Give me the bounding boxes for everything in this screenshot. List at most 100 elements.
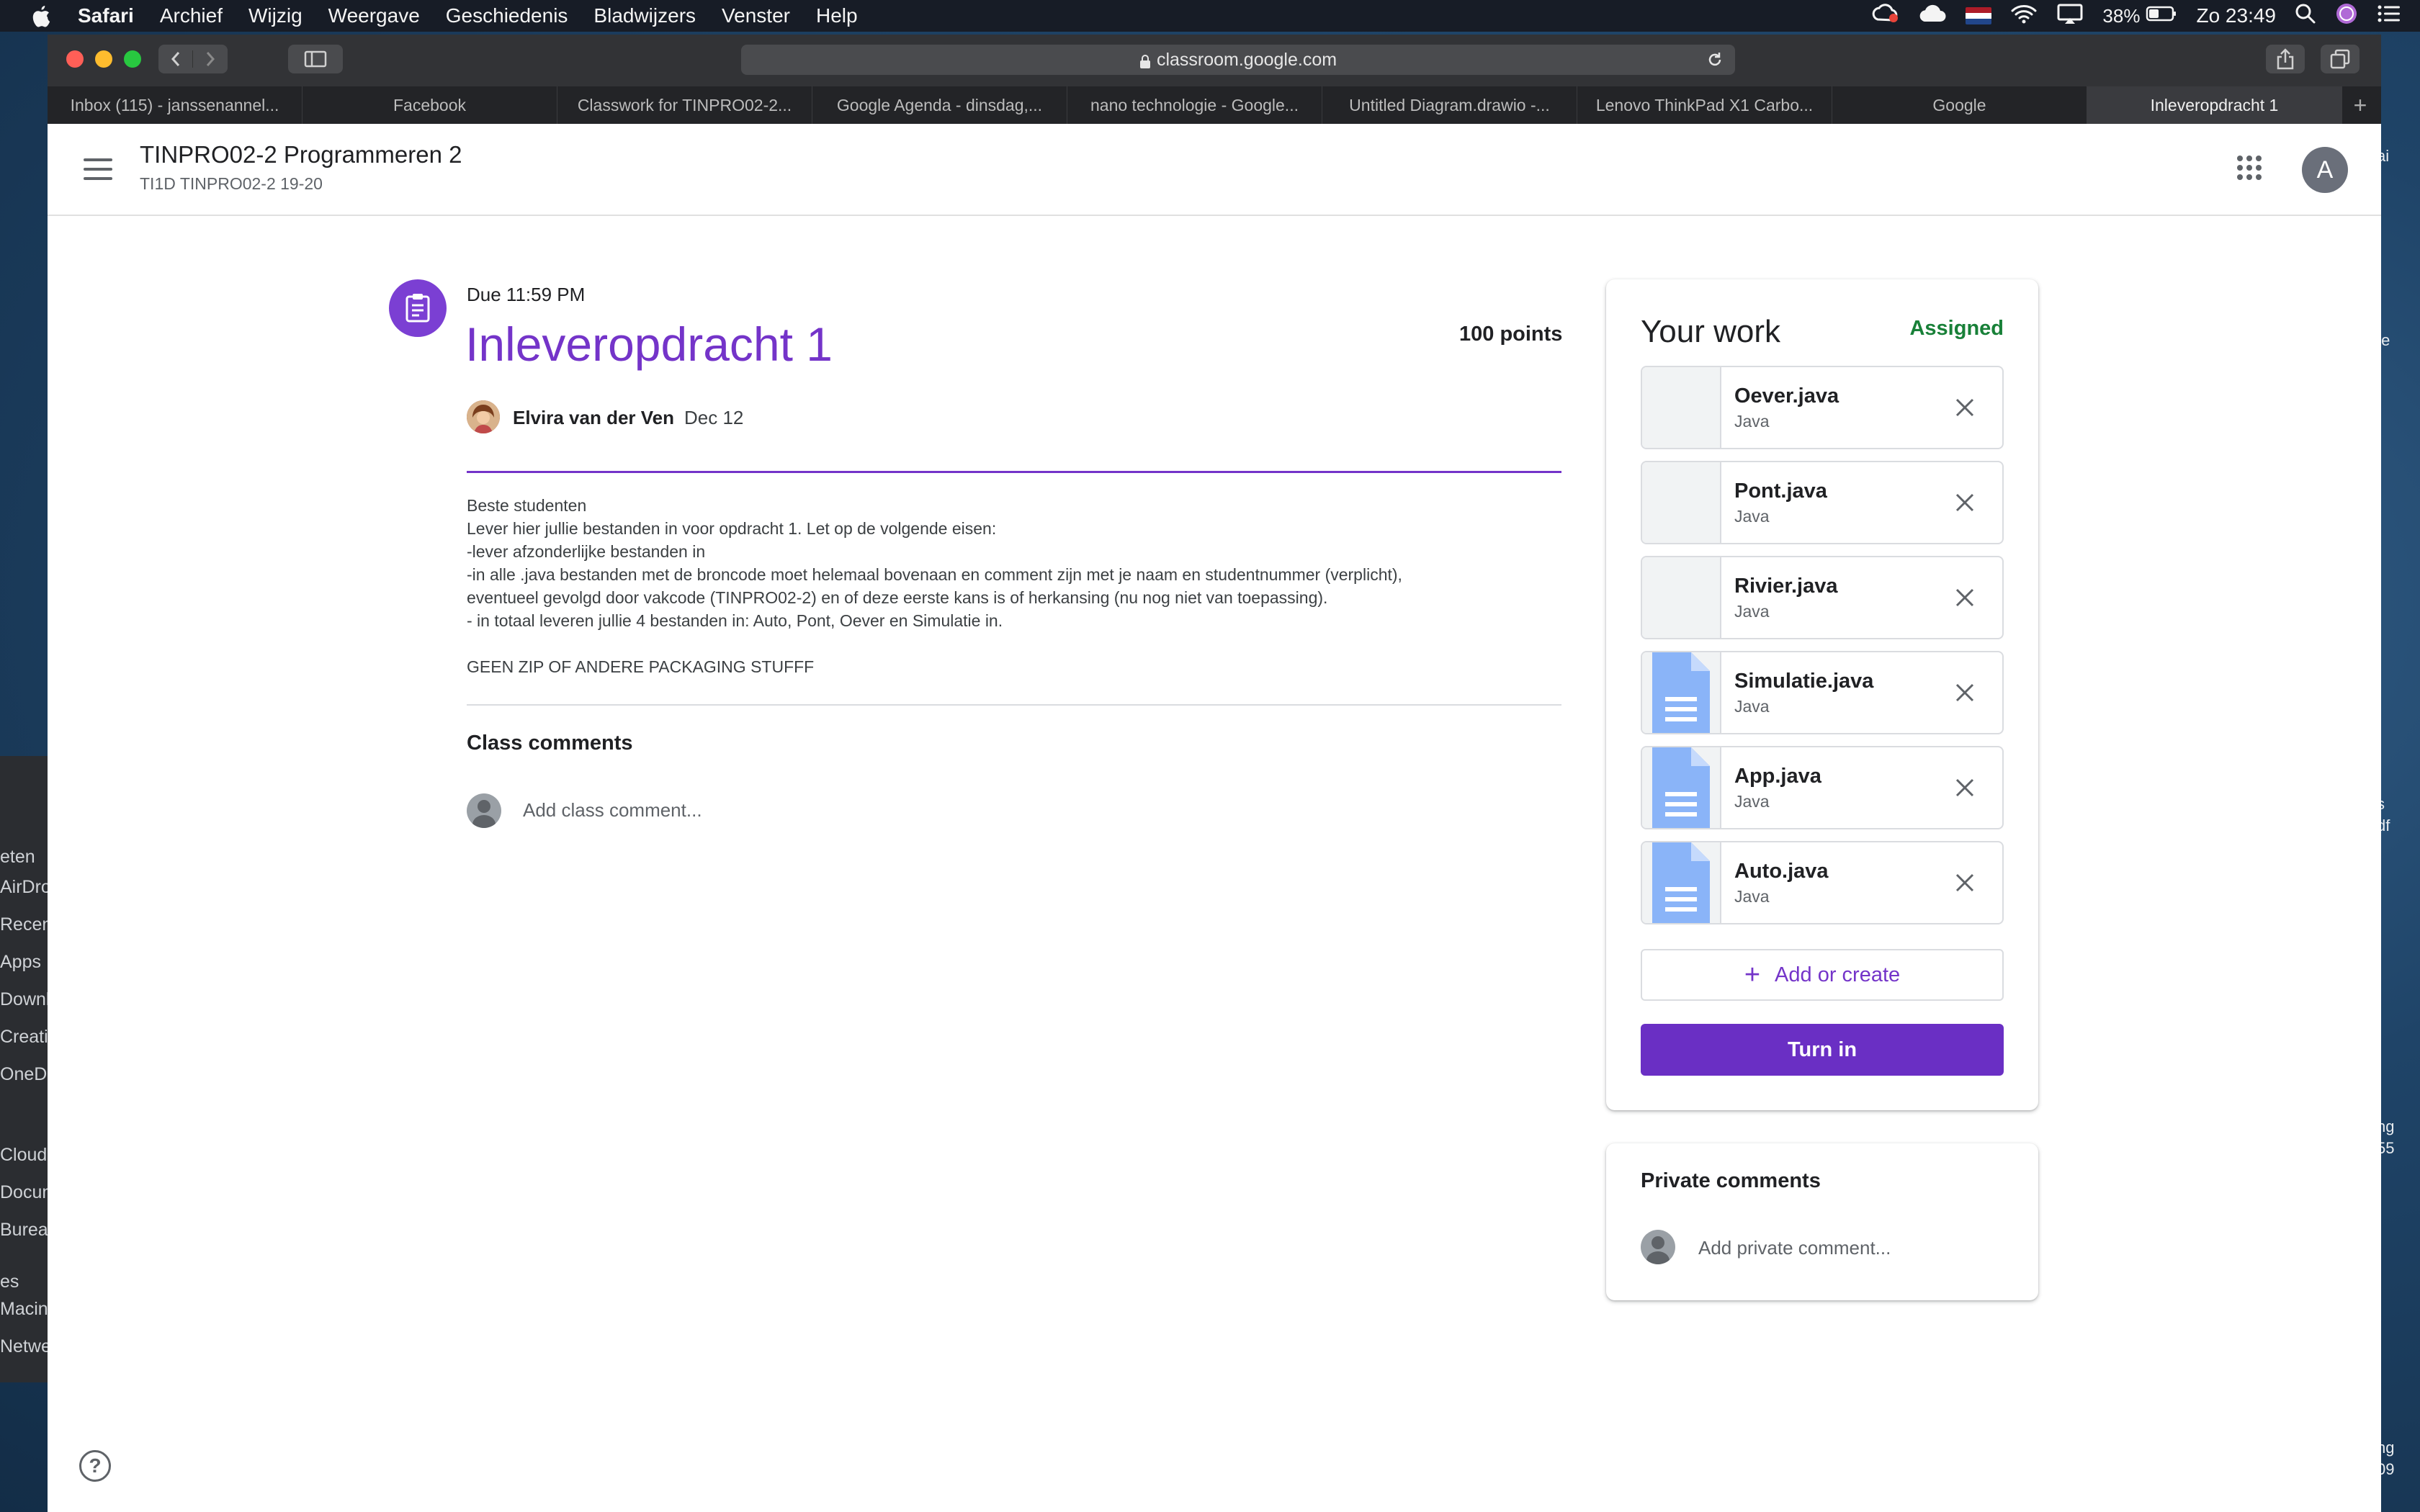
finder-item[interactable]: Macint <box>0 1299 48 1320</box>
attachment-type: Java <box>1734 697 1770 716</box>
turn-in-button[interactable]: Turn in <box>1641 1024 2004 1076</box>
notification-center-icon[interactable] <box>2377 4 2401 29</box>
menu-wijzig[interactable]: Wijzig <box>248 4 302 27</box>
safari-window: classroom.google.com Inbox (115) - janss… <box>48 35 2381 1512</box>
menu-archief[interactable]: Archief <box>160 4 223 27</box>
remove-attachment-icon[interactable] <box>1953 396 1976 419</box>
help-icon[interactable]: ? <box>79 1450 111 1482</box>
attachment-name[interactable]: Auto.java <box>1734 860 1829 883</box>
attachment-item[interactable]: Simulatie.java Java <box>1641 651 2004 734</box>
attachment-item[interactable]: Rivier.java Java <box>1641 556 2004 639</box>
browser-tab[interactable]: Untitled Diagram.drawio -... <box>1322 86 1577 124</box>
attachment-item[interactable]: Oever.java Java <box>1641 366 2004 449</box>
browser-tab[interactable]: Google Agenda - dinsdag,... <box>812 86 1067 124</box>
grid-dot <box>2256 165 2262 171</box>
finder-item[interactable]: Bureau <box>0 1220 48 1241</box>
grid-dot <box>2246 165 2252 171</box>
finder-item[interactable]: Recen <box>0 914 48 935</box>
attachment-item[interactable]: Pont.java Java <box>1641 461 2004 544</box>
finder-item[interactable]: Netwe <box>0 1336 48 1357</box>
spotlight-icon[interactable] <box>2295 3 2316 30</box>
attachment-item[interactable]: App.java Java <box>1641 746 2004 829</box>
attachment-name[interactable]: Pont.java <box>1734 480 1827 503</box>
attachment-name[interactable]: Oever.java <box>1734 384 1839 408</box>
wifi-icon[interactable] <box>2010 4 2038 29</box>
post-date: Dec 12 <box>684 407 744 428</box>
zoom-window-button[interactable] <box>124 50 141 68</box>
your-work-card: Your work Assigned Oever.java Java Pont.… <box>1606 279 2038 1110</box>
attachment-thumbnail <box>1642 557 1721 638</box>
apple-logo-icon[interactable] <box>20 0 60 32</box>
airplay-icon[interactable] <box>2056 3 2084 30</box>
finder-item[interactable]: Creativ <box>0 1027 48 1048</box>
attachment-type: Java <box>1734 412 1770 431</box>
browser-tab[interactable]: nano technologie - Google... <box>1067 86 1322 124</box>
close-window-button[interactable] <box>66 50 84 68</box>
menu-bladwijzers[interactable]: Bladwijzers <box>593 4 696 27</box>
battery-icon[interactable] <box>2146 4 2177 27</box>
menu-weergave[interactable]: Weergave <box>328 4 420 27</box>
grid-dot <box>2246 174 2252 180</box>
finder-item[interactable]: OneDr <box>0 1064 48 1085</box>
dutch-flag-icon[interactable] <box>1966 7 1992 24</box>
attachment-thumbnail <box>1642 462 1721 543</box>
private-comment-input[interactable]: Add private comment... <box>1698 1237 1891 1259</box>
sidebar-toggle-button[interactable] <box>288 45 343 73</box>
finder-item[interactable]: Docum <box>0 1182 48 1203</box>
remove-attachment-icon[interactable] <box>1953 586 1976 609</box>
attachment-item[interactable]: Auto.java Java <box>1641 841 2004 924</box>
new-tab-button[interactable]: + <box>2342 86 2378 124</box>
browser-tab[interactable]: Facebook <box>302 86 557 124</box>
remove-attachment-icon[interactable] <box>1953 681 1976 704</box>
assignment-title: Inleveropdracht 1 <box>465 318 833 371</box>
finder-item: es <box>0 1272 19 1292</box>
finder-item[interactable]: Cloud <box>0 1145 47 1166</box>
author-avatar <box>467 400 500 433</box>
share-button[interactable] <box>2266 45 2305 73</box>
icloud-icon[interactable] <box>1918 4 1947 28</box>
attachment-name[interactable]: App.java <box>1734 765 1821 788</box>
class-comment-input[interactable]: Add class comment... <box>523 799 702 822</box>
clock[interactable]: Zo 23:49 <box>2196 4 2276 27</box>
grid-dot <box>2237 174 2243 180</box>
your-work-title: Your work <box>1641 314 1781 349</box>
grid-dot <box>2237 156 2243 161</box>
google-apps-icon[interactable] <box>2237 156 2262 180</box>
siri-icon[interactable] <box>2335 2 2358 30</box>
main-menu-icon[interactable] <box>84 158 112 180</box>
creative-cloud-icon[interactable] <box>1870 3 1899 29</box>
url-text[interactable]: classroom.google.com <box>1157 50 1337 71</box>
add-or-create-button[interactable]: + Add or create <box>1641 949 2004 1001</box>
browser-tab[interactable]: Inbox (115) - janssenannel... <box>48 86 302 124</box>
remove-attachment-icon[interactable] <box>1953 871 1976 894</box>
forward-icon[interactable] <box>193 50 228 68</box>
browser-tab[interactable]: Classwork for TINPRO02-2... <box>557 86 812 124</box>
menu-app-safari[interactable]: Safari <box>78 4 134 27</box>
reload-icon[interactable] <box>1706 51 1724 73</box>
show-tabs-button[interactable] <box>2321 45 2360 73</box>
remove-attachment-icon[interactable] <box>1953 491 1976 514</box>
browser-tab-active[interactable]: Inleveropdracht 1 <box>2087 86 2342 124</box>
finder-item[interactable]: AirDro <box>0 877 48 898</box>
assignment-icon <box>389 279 447 337</box>
account-avatar[interactable]: A <box>2302 147 2348 193</box>
finder-item[interactable]: Downl <box>0 989 48 1010</box>
finder-item[interactable]: Apps <box>0 952 41 973</box>
course-title[interactable]: TINPRO02-2 Programmeren 2 <box>140 141 462 168</box>
status-badge: Assigned <box>1909 317 2004 340</box>
remove-attachment-icon[interactable] <box>1953 776 1976 799</box>
attachment-name[interactable]: Rivier.java <box>1734 575 1838 598</box>
back-icon[interactable] <box>158 50 193 68</box>
menu-venster[interactable]: Venster <box>722 4 790 27</box>
share-icon <box>2277 48 2294 70</box>
menu-help[interactable]: Help <box>816 4 858 27</box>
address-bar[interactable]: classroom.google.com <box>741 45 1735 75</box>
browser-tab[interactable]: Lenovo ThinkPad X1 Carbo... <box>1577 86 1832 124</box>
menu-geschiedenis[interactable]: Geschiedenis <box>446 4 568 27</box>
browser-tab[interactable]: Google <box>1832 86 2087 124</box>
lock-icon <box>1139 53 1151 68</box>
attachment-type: Java <box>1734 602 1770 621</box>
attachment-name[interactable]: Simulatie.java <box>1734 670 1873 693</box>
minimize-window-button[interactable] <box>95 50 112 68</box>
assignment-points: 100 points <box>1459 323 1563 346</box>
